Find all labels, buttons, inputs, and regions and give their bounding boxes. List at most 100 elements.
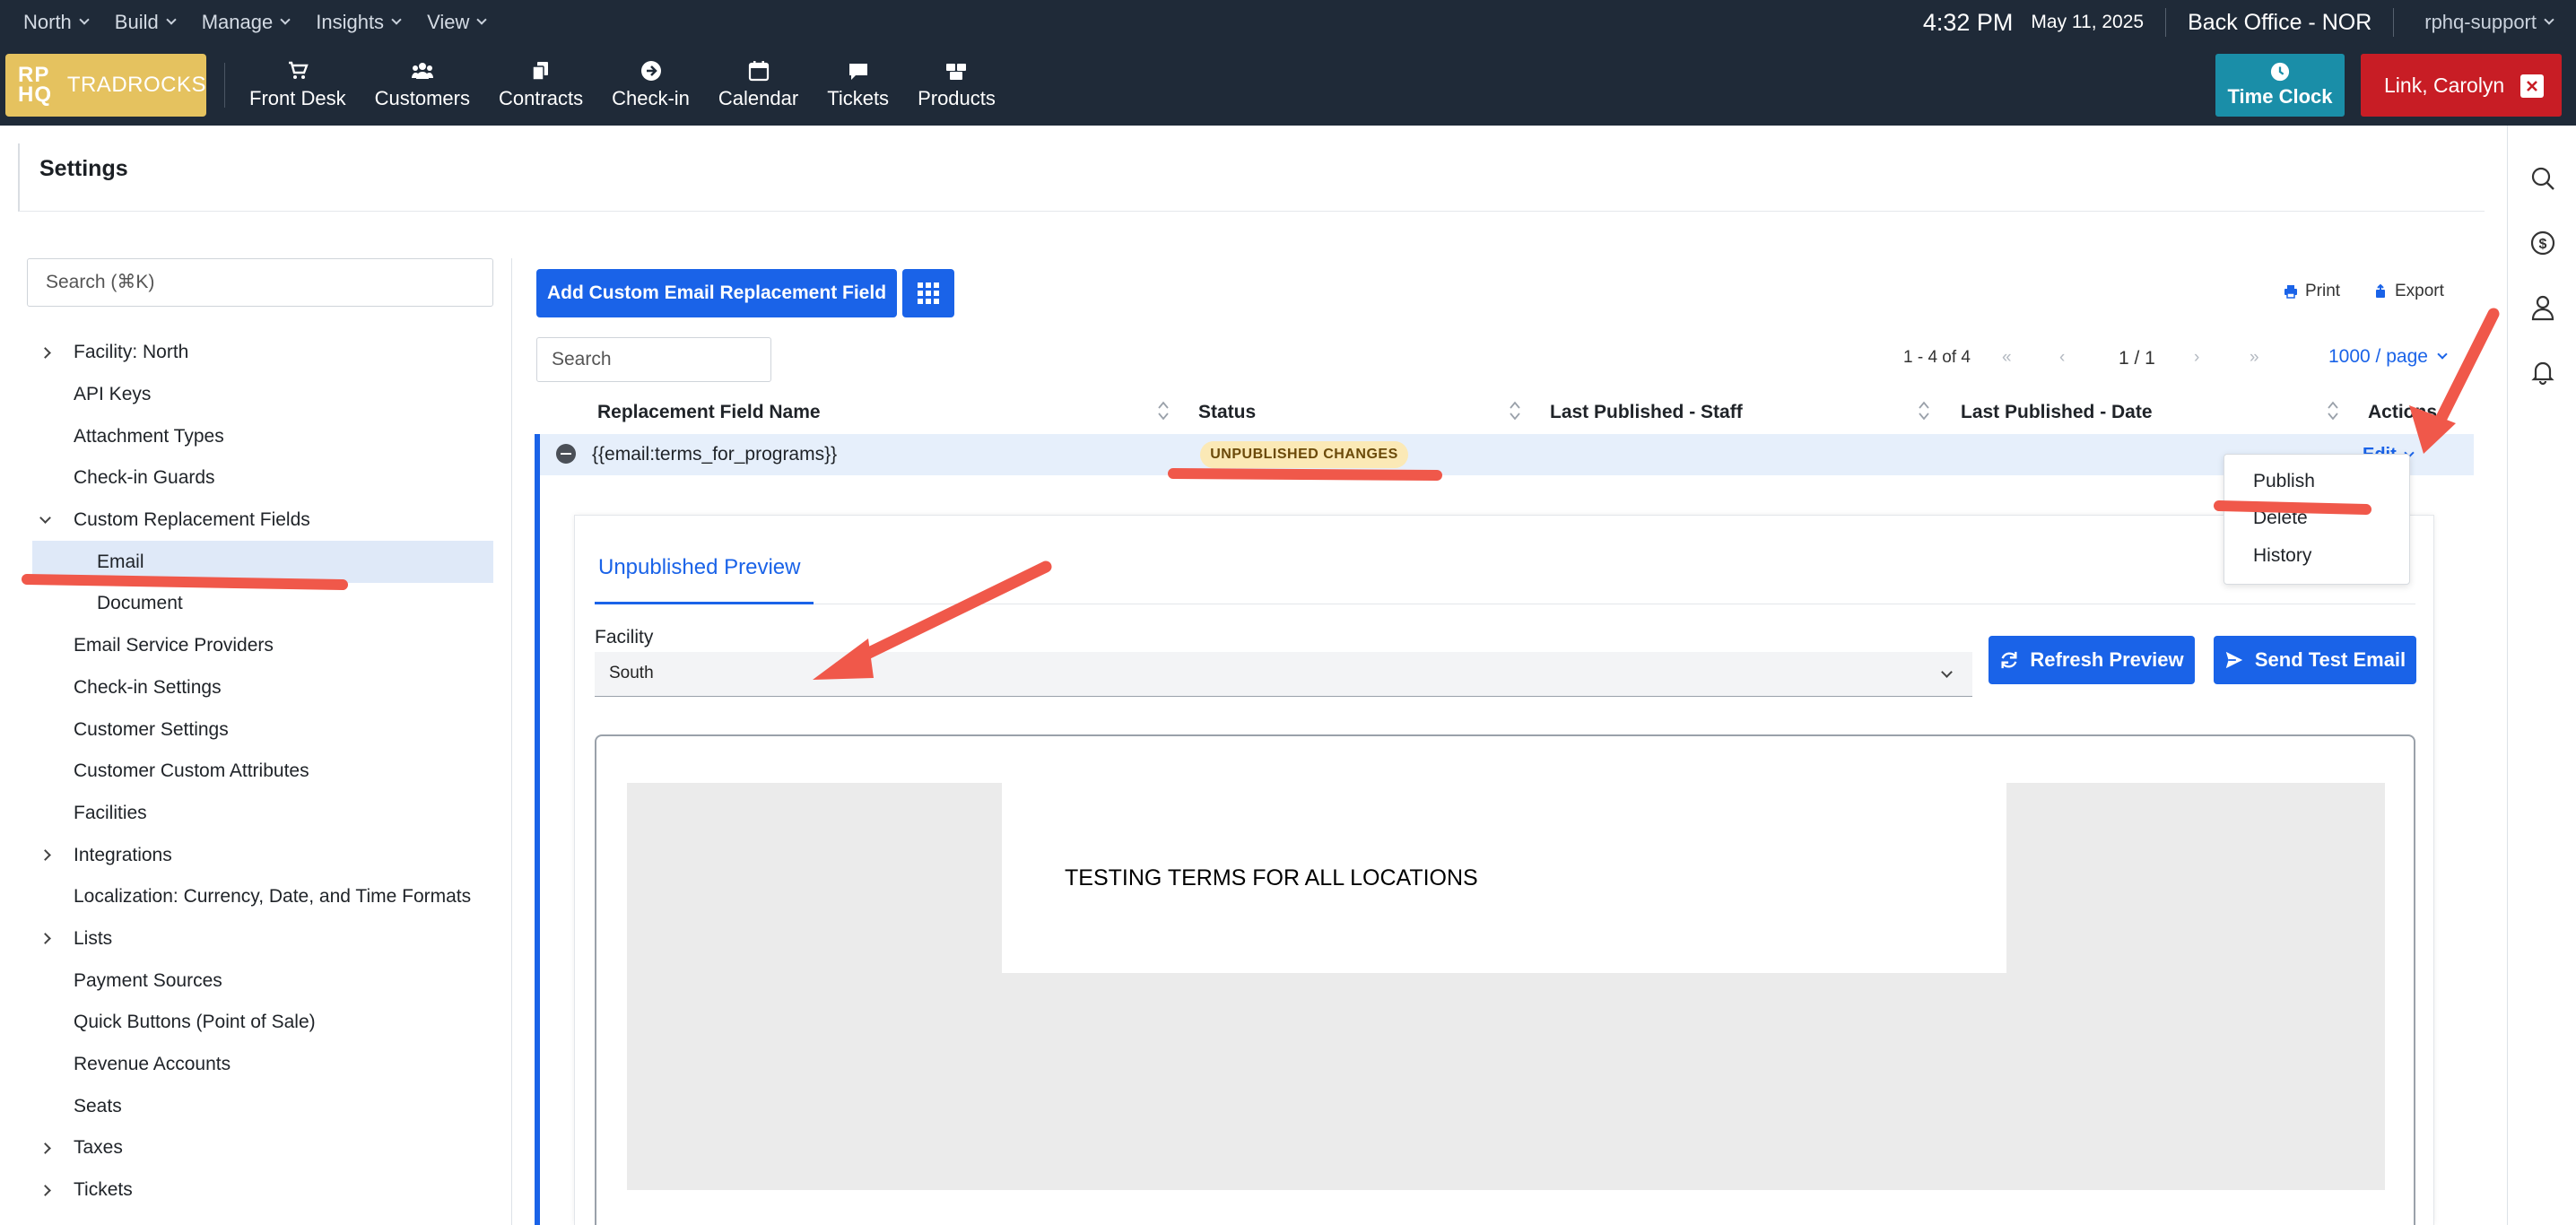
nav-calendar[interactable]: Calendar bbox=[704, 45, 813, 126]
chevron-down-icon bbox=[39, 511, 51, 524]
sidebar-item-label: Revenue Accounts bbox=[74, 1054, 231, 1075]
current-user-button[interactable]: Link, Carolyn bbox=[2361, 54, 2562, 117]
nav-tickets[interactable]: Tickets bbox=[813, 45, 903, 126]
app-logo[interactable]: RP HQ TRADROCKS bbox=[5, 54, 206, 117]
dollar-icon[interactable]: $ bbox=[2529, 230, 2556, 256]
table-search-input[interactable]: Search bbox=[536, 337, 771, 382]
column-header-published-staff[interactable]: Last Published - Staff bbox=[1550, 402, 1743, 423]
sidebar-item-facility[interactable]: Facility: North bbox=[32, 332, 490, 374]
sort-icon[interactable] bbox=[1509, 398, 1521, 423]
sidebar-item-customer-settings[interactable]: Customer Settings bbox=[32, 708, 490, 751]
actions-dropdown: Publish Delete History bbox=[2224, 454, 2410, 585]
send-test-email-button[interactable]: Send Test Email bbox=[2214, 636, 2416, 684]
column-header-published-date[interactable]: Last Published - Date bbox=[1961, 402, 2153, 423]
history-menu-item[interactable]: History bbox=[2253, 545, 2311, 567]
column-header-name[interactable]: Replacement Field Name bbox=[597, 402, 821, 423]
table-row[interactable]: {{email:terms_for_programs}} UNPUBLISHED… bbox=[535, 434, 2474, 475]
menu-insights[interactable]: Insights bbox=[316, 11, 402, 34]
sidebar-item-label: Localization: Currency, Date, and Time F… bbox=[74, 886, 472, 908]
sidebar-item-label: Seats bbox=[74, 1095, 122, 1116]
sidebar-item-lists[interactable]: Lists bbox=[32, 918, 490, 960]
settings-nav: Facility: North API Keys Attachment Type… bbox=[32, 332, 493, 1212]
menu-label: View bbox=[427, 11, 470, 33]
sidebar-item-facilities[interactable]: Facilities bbox=[32, 793, 490, 835]
facility-select[interactable]: South bbox=[595, 652, 1972, 697]
delete-menu-item[interactable]: Delete bbox=[2253, 508, 2308, 529]
email-preview-frame: TESTING TERMS FOR ALL LOCATIONS bbox=[595, 734, 2415, 1225]
user-menu[interactable]: rphq-support bbox=[2394, 11, 2576, 34]
column-settings-button[interactable] bbox=[902, 269, 954, 317]
sort-icon[interactable] bbox=[2327, 398, 2339, 423]
cart-icon bbox=[288, 61, 309, 79]
email-preview-card: TESTING TERMS FOR ALL LOCATIONS bbox=[1002, 783, 2006, 973]
close-icon[interactable] bbox=[2520, 74, 2544, 98]
arrow-circle-icon bbox=[640, 61, 661, 81]
user-icon[interactable] bbox=[2529, 294, 2556, 321]
search-icon[interactable] bbox=[2529, 165, 2556, 192]
sidebar-item-payment-sources[interactable]: Payment Sources bbox=[32, 960, 490, 1002]
menu-view[interactable]: View bbox=[427, 11, 488, 34]
bell-icon[interactable] bbox=[2529, 359, 2556, 386]
chevron-down-icon bbox=[476, 14, 488, 25]
sidebar-item-quick-buttons[interactable]: Quick Buttons (Point of Sale) bbox=[32, 1002, 490, 1044]
last-page-icon[interactable]: » bbox=[2250, 348, 2259, 368]
nav-contracts[interactable]: Contracts bbox=[484, 45, 597, 126]
sidebar-item-localization[interactable]: Localization: Currency, Date, and Time F… bbox=[32, 876, 490, 918]
print-link[interactable]: Print bbox=[2284, 282, 2340, 301]
sort-icon[interactable] bbox=[1918, 398, 1930, 423]
next-page-icon[interactable]: › bbox=[2194, 348, 2199, 368]
chevron-down-icon bbox=[79, 14, 90, 25]
collapse-row-icon[interactable] bbox=[556, 444, 576, 464]
office-name[interactable]: Back Office - NOR bbox=[2166, 10, 2393, 36]
logo-name: TRADROCKS bbox=[66, 73, 206, 97]
sidebar-item-attachment-types[interactable]: Attachment Types bbox=[32, 415, 490, 457]
add-custom-email-field-button[interactable]: Add Custom Email Replacement Field bbox=[536, 269, 897, 317]
sidebar-item-tickets[interactable]: Tickets bbox=[32, 1169, 490, 1212]
status-badge: UNPUBLISHED CHANGES bbox=[1200, 441, 1408, 468]
sidebar-item-revenue-accounts[interactable]: Revenue Accounts bbox=[32, 1044, 490, 1086]
chevron-down-icon bbox=[2544, 14, 2554, 25]
sidebar-item-integrations[interactable]: Integrations bbox=[32, 834, 490, 876]
sidebar-item-check-in-settings[interactable]: Check-in Settings bbox=[32, 667, 490, 709]
menu-build[interactable]: Build bbox=[115, 11, 177, 34]
sidebar-item-check-in-guards[interactable]: Check-in Guards bbox=[32, 457, 490, 500]
sidebar-item-label: Custom Replacement Fields bbox=[74, 509, 310, 531]
send-test-email-label: Send Test Email bbox=[2254, 648, 2406, 671]
nav-check-in[interactable]: Check-in bbox=[597, 45, 704, 126]
clock-time: 4:32 PM bbox=[1922, 8, 2014, 36]
sidebar-item-label: Customer Custom Attributes bbox=[74, 760, 309, 782]
chevron-down-icon bbox=[166, 14, 177, 25]
sidebar-item-api-keys[interactable]: API Keys bbox=[32, 374, 490, 416]
users-icon bbox=[411, 63, 433, 79]
sort-icon[interactable] bbox=[1157, 398, 1170, 423]
sidebar-item-email[interactable]: Email bbox=[32, 541, 493, 584]
sidebar-item-label: Check-in Settings bbox=[74, 676, 222, 698]
sidebar-item-seats[interactable]: Seats bbox=[32, 1085, 490, 1127]
prev-page-icon[interactable]: ‹ bbox=[2059, 348, 2065, 368]
export-link[interactable]: Export bbox=[2373, 282, 2444, 301]
menu-manage[interactable]: Manage bbox=[202, 11, 291, 34]
sidebar-item-document[interactable]: Document bbox=[32, 583, 490, 625]
first-page-icon[interactable]: « bbox=[2002, 348, 2012, 368]
settings-search-input[interactable]: Search (⌘K) bbox=[27, 258, 493, 307]
sidebar-item-custom-replacement-fields[interactable]: Custom Replacement Fields bbox=[32, 500, 490, 542]
sidebar-item-taxes[interactable]: Taxes bbox=[32, 1127, 490, 1169]
time-clock-button[interactable]: Time Clock bbox=[2215, 54, 2345, 117]
sidebar-item-label: API Keys bbox=[74, 384, 152, 405]
sidebar-item-customer-custom-attributes[interactable]: Customer Custom Attributes bbox=[32, 751, 490, 793]
logo-mark: RP HQ bbox=[18, 63, 52, 107]
tab-unpublished-preview[interactable]: Unpublished Preview bbox=[598, 555, 800, 580]
page-size-select[interactable]: 1000 / page bbox=[2328, 346, 2448, 368]
menu-north[interactable]: North bbox=[23, 11, 90, 34]
chevron-right-icon bbox=[39, 1142, 51, 1154]
export-icon bbox=[2376, 284, 2385, 298]
nav-customers[interactable]: Customers bbox=[361, 45, 484, 126]
sidebar-item-label: Lists bbox=[74, 927, 113, 949]
nav-products[interactable]: Products bbox=[903, 45, 1010, 126]
nav-front-desk[interactable]: Front Desk bbox=[235, 45, 361, 126]
menu-label: North bbox=[23, 11, 72, 33]
refresh-preview-button[interactable]: Refresh Preview bbox=[1989, 636, 2195, 684]
column-header-status[interactable]: Status bbox=[1198, 402, 1256, 423]
publish-menu-item[interactable]: Publish bbox=[2253, 471, 2315, 492]
sidebar-item-email-service-providers[interactable]: Email Service Providers bbox=[32, 625, 490, 667]
